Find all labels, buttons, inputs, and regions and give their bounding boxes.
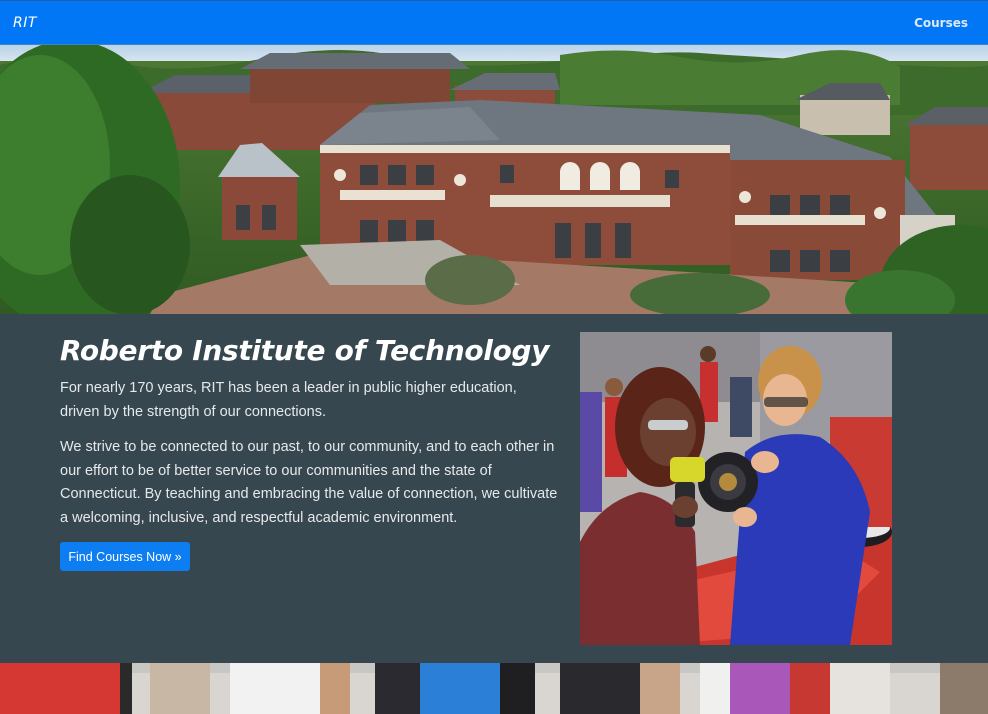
campus-aerial-photo — [0, 45, 988, 314]
page-title: Roberto Institute of Technology — [60, 334, 550, 367]
nav-link-courses[interactable]: Courses — [914, 16, 968, 30]
brand-logo-link[interactable]: RIT — [13, 15, 37, 31]
find-courses-button[interactable]: Find Courses Now » — [60, 542, 190, 571]
students-workshop-photo — [580, 332, 892, 645]
intro-paragraph-2: We strive to be connected to our past, t… — [60, 439, 558, 526]
students-walking-photo — [0, 663, 988, 714]
top-navbar: RIT Courses — [0, 0, 988, 45]
intro-paragraph-1: For nearly 170 years, RIT has been a lea… — [60, 380, 517, 420]
intro-panel: Roberto Institute of Technology For near… — [0, 314, 988, 663]
